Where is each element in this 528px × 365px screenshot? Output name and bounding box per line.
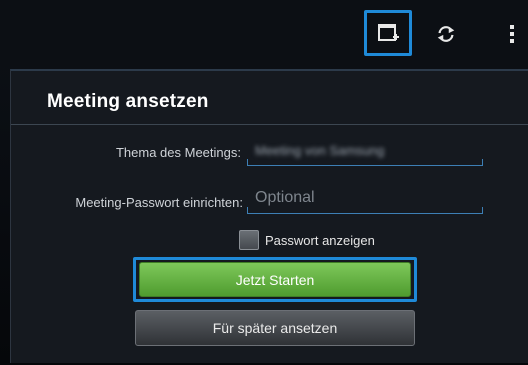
password-field: [247, 185, 485, 214]
show-password-checkbox[interactable]: [239, 230, 259, 250]
topic-value: Meeting von Samsung: [255, 143, 385, 158]
field-edge: [482, 207, 483, 213]
password-input[interactable]: [247, 185, 485, 211]
schedule-meeting-dialog: Meeting ansetzen Thema des Meetings: Mee…: [10, 69, 528, 363]
refresh-button[interactable]: [424, 12, 468, 56]
field-edge: [247, 207, 248, 213]
password-label: Meeting-Passwort einrichten:: [75, 195, 243, 210]
schedule-later-button[interactable]: Für später ansetzen: [135, 310, 415, 346]
refresh-icon: [437, 26, 455, 42]
start-now-button[interactable]: Jetzt Starten: [139, 262, 411, 297]
action-bar: [0, 0, 528, 67]
new-window-button[interactable]: [364, 10, 412, 56]
field-edge: [482, 159, 483, 165]
title-divider: [11, 124, 528, 125]
field-edge: [247, 159, 248, 165]
screen: Meeting ansetzen Thema des Meetings: Mee…: [0, 0, 528, 365]
show-password-label: Passwort anzeigen: [265, 232, 375, 248]
show-password-row[interactable]: Passwort anzeigen: [239, 229, 375, 251]
topic-field[interactable]: Meeting von Samsung: [247, 137, 483, 166]
topic-label: Thema des Meetings:: [115, 145, 241, 160]
overflow-menu-icon: [510, 25, 514, 43]
new-window-icon: [378, 24, 399, 41]
dialog-title: Meeting ansetzen: [47, 91, 209, 112]
overflow-menu-button[interactable]: [490, 12, 528, 56]
